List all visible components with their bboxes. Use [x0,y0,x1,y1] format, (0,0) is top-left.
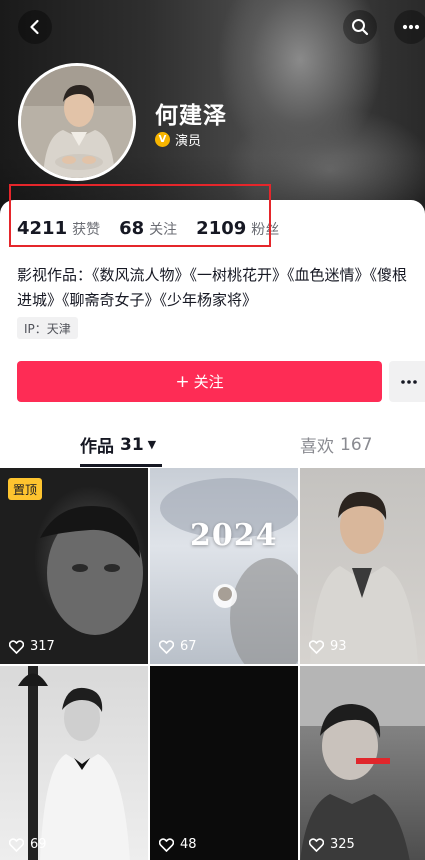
video-like-count-text: 325 [330,837,355,852]
profile-name: 何建泽 [155,103,227,129]
plus-icon: + [175,371,190,392]
tab-active-indicator [80,464,162,467]
tab-likes[interactable]: 喜欢 167 [300,432,373,458]
more-icon [402,24,420,30]
video-tile[interactable]: 2024 67 [150,468,298,664]
content-tabs: 作品 31 ▼ 喜欢 167 [0,420,425,468]
video-thumbnail [310,491,418,664]
video-thumbnail [160,478,298,664]
video-like-count: 69 [9,837,47,852]
stats-highlight-box [9,184,271,247]
video-grid: 置顶 317 2024 67 93 69 48 325 [0,468,425,860]
heart-icon [159,639,174,654]
heart-icon [9,639,24,654]
follow-button[interactable]: + 关注 [17,361,382,402]
video-like-count: 48 [159,837,197,852]
avatar[interactable] [18,63,136,181]
video-tile[interactable]: 325 [300,666,425,860]
pinned-badge: 置顶 [8,478,43,500]
video-thumbnail [18,666,130,860]
verification-row: V 演员 [155,130,201,149]
video-like-count: 67 [159,639,197,654]
caret-down-icon[interactable]: ▼ [148,438,156,451]
tab-works[interactable]: 作品 31 ▼ [80,432,156,458]
profile-more-button[interactable] [389,361,425,402]
search-icon [352,19,369,36]
verified-icon: V [155,132,170,147]
video-like-count-text: 67 [180,639,197,654]
video-like-count: 325 [309,837,355,852]
decorative-bar [356,758,390,764]
back-button[interactable] [18,10,52,44]
video-like-count: 93 [309,639,347,654]
tab-works-label: 作品 [80,437,114,457]
heart-icon [9,837,24,852]
ip-location-tag: IP：天津 [17,317,78,339]
video-tile[interactable]: 置顶 317 [0,468,148,664]
heart-icon [309,639,324,654]
video-tile[interactable]: 48 [150,666,298,860]
search-button[interactable] [343,10,377,44]
video-like-count-text: 48 [180,837,197,852]
video-like-count: 317 [9,639,55,654]
tab-likes-label: 喜欢 [300,437,334,457]
follow-button-label: 关注 [193,373,224,391]
profile-page: 何建泽 V 演员 4211 获赞 68 关注 2109 粉丝 影视作品：《数风流… [0,0,425,860]
back-icon [30,19,39,35]
more-icon [401,379,417,384]
video-like-count-text: 317 [30,639,55,654]
video-tile[interactable]: 93 [300,468,425,664]
tab-likes-count: 167 [340,434,373,455]
more-options-button[interactable] [394,10,425,44]
heart-icon [159,837,174,852]
heart-icon [309,837,324,852]
bio-text: 影视作品：《数风流人物》《一树桃花开》《血色迷情》《傻根进城》《聊斋奇女子》《少… [17,266,408,309]
video-like-count-text: 69 [30,837,47,852]
video-like-count-text: 93 [330,639,347,654]
video-tile[interactable]: 69 [0,666,148,860]
verification-label: 演员 [175,134,202,149]
video-overlay-title: 2024 [190,518,278,553]
tab-works-count: 31 [120,434,144,455]
avatar-portrait [21,66,133,178]
